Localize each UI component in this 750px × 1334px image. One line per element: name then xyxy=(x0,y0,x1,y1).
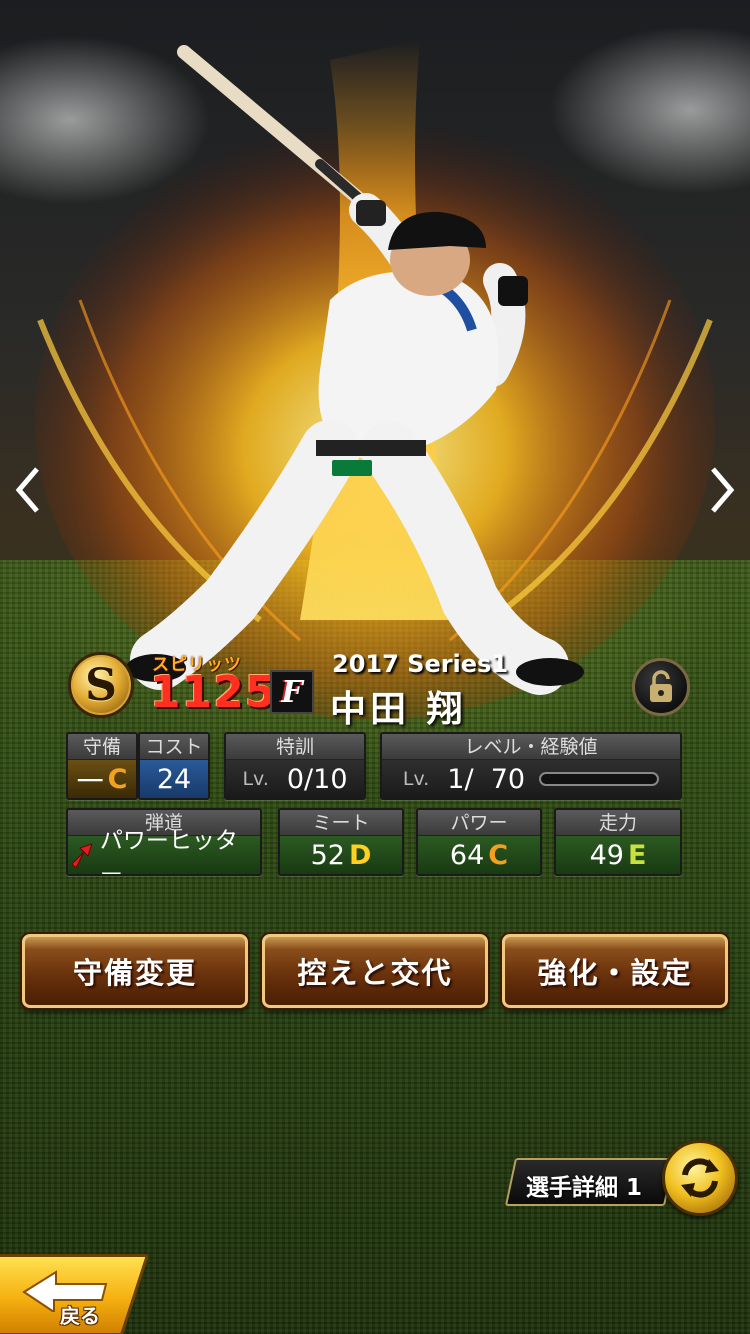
cost-value: 24 xyxy=(156,763,192,795)
trajectory-value: パワーヒッター xyxy=(99,828,238,876)
meet-value: 52 xyxy=(310,839,345,871)
power-value: 64 xyxy=(449,839,485,871)
meet-cell: ミート 52 D xyxy=(278,808,404,876)
rarity-badge: S xyxy=(68,652,134,718)
chevron-right-icon xyxy=(711,467,735,513)
chevron-left-icon xyxy=(15,467,39,513)
player-name: 中田 翔 xyxy=(330,689,467,730)
training-value: 0/10 xyxy=(286,763,348,795)
defense-change-button[interactable]: 守備変更 xyxy=(22,934,248,1008)
next-player-button[interactable] xyxy=(702,462,742,518)
speed-grade: E xyxy=(627,839,647,871)
lock-icon xyxy=(650,670,672,702)
level-lv-prefix: Lv. xyxy=(402,768,430,790)
speed-cell: 走力 49 E xyxy=(554,808,682,876)
back-label: 戻る xyxy=(60,1304,100,1328)
lock-button[interactable] xyxy=(632,658,690,716)
swap-icon xyxy=(681,1158,719,1198)
player-image xyxy=(126,45,584,695)
level-cell: レベル・経験値 Lv. 1/ 70 xyxy=(380,732,682,800)
swap-detail-button[interactable] xyxy=(662,1140,738,1216)
spirit-value: 1125 xyxy=(150,667,277,718)
exp-progress-bar xyxy=(539,772,660,786)
meet-label: ミート xyxy=(280,810,402,836)
meet-grade: D xyxy=(348,839,372,871)
cost-label: コスト xyxy=(140,734,208,760)
player-detail-label: 選手詳細 1 xyxy=(526,1175,643,1201)
training-lv-prefix: Lv. xyxy=(242,768,269,790)
cost-cell: コスト 24 xyxy=(138,732,210,800)
training-cell: 特訓 Lv. 0/10 xyxy=(224,732,366,800)
position-label: 守備 xyxy=(68,734,136,760)
level-label: レベル・経験値 xyxy=(382,734,680,760)
trajectory-cell: 弾道 パワーヒッター xyxy=(66,808,262,876)
position-value: 一 xyxy=(76,766,104,798)
power-label: パワー xyxy=(418,810,540,836)
speed-label: 走力 xyxy=(556,810,680,836)
power-grade: C xyxy=(488,839,509,871)
team-logo: F xyxy=(270,670,314,714)
power-cell: パワー 64 C xyxy=(416,808,542,876)
level-value: 1/ 70 xyxy=(447,763,526,795)
card-series: 2017 Series1 xyxy=(332,650,509,678)
training-label: 特訓 xyxy=(226,734,364,760)
position-grade: C xyxy=(107,763,128,795)
position-cell: 守備 一C xyxy=(66,732,138,800)
prev-player-button[interactable] xyxy=(8,462,48,518)
enhance-settings-button[interactable]: 強化・設定 xyxy=(502,934,728,1008)
speed-value: 49 xyxy=(589,839,624,871)
bench-swap-button[interactable]: 控えと交代 xyxy=(262,934,488,1008)
arrow-up-right-icon xyxy=(71,843,93,868)
